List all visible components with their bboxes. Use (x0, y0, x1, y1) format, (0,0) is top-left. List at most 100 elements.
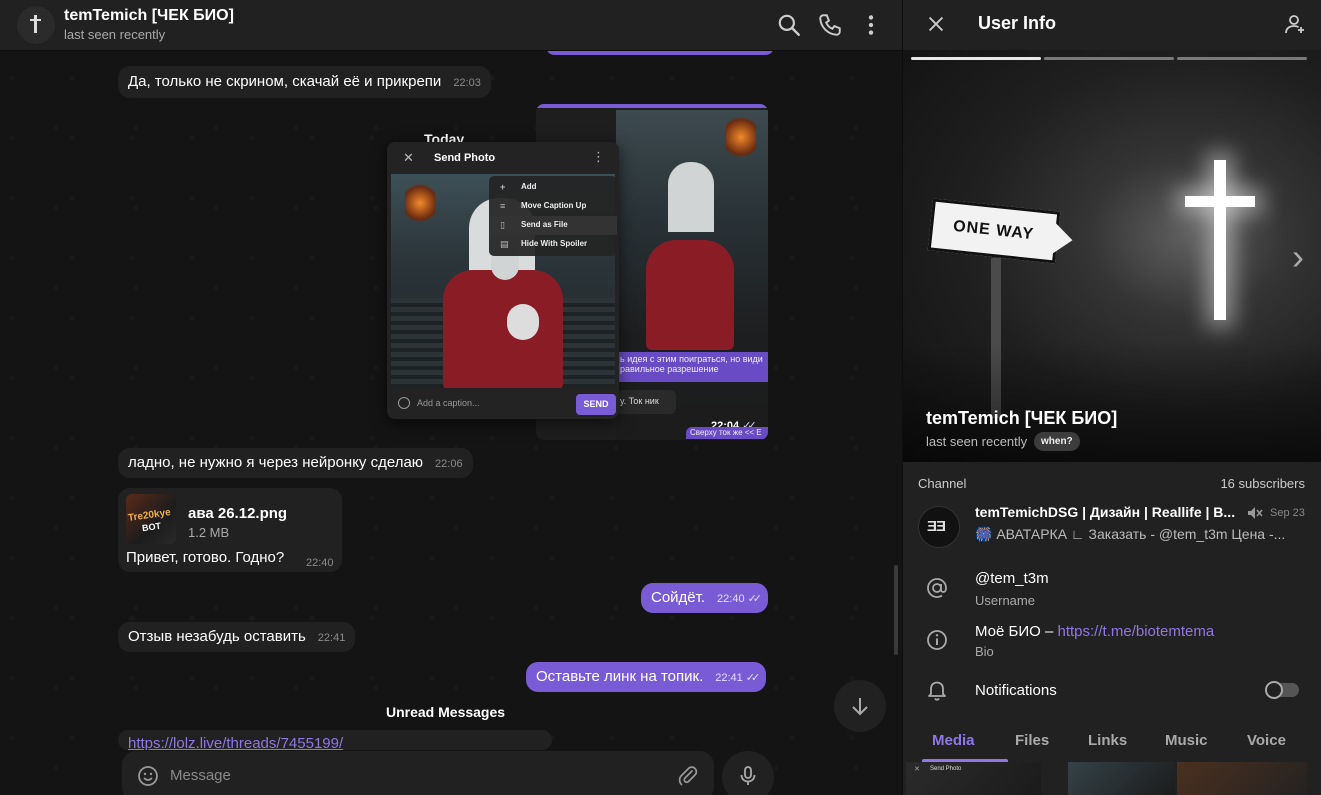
bio-link[interactable]: https://t.me/biotemtema (1058, 623, 1215, 640)
message-incoming[interactable]: Отзыв незабудь оставить 22:41 (118, 622, 356, 652)
microphone-icon (740, 766, 756, 785)
send-button[interactable]: SEND (576, 394, 616, 415)
tab-music[interactable]: Music (1165, 732, 1208, 749)
info-icon (927, 630, 947, 650)
bio-prefix: Моё БИО – (975, 623, 1058, 640)
read-checks-icon: ✓✓ (745, 672, 761, 684)
emoji-icon[interactable] (136, 764, 160, 788)
message-composer[interactable] (122, 751, 714, 795)
menu-item-send-as-file[interactable]: Send as File (521, 220, 568, 229)
unread-divider: Unread Messages (386, 704, 506, 720)
channel-subscribers: 16 subscribers (1220, 476, 1305, 491)
when-button[interactable]: when? (1034, 432, 1080, 451)
red-coat-figure (443, 270, 563, 388)
fire-effect (726, 112, 756, 162)
quoted-text-strip: ь идея с этим поиграться, но види равильн… (616, 352, 768, 382)
sign-text: ONE WAY (952, 217, 1035, 244)
username-label: Username (975, 593, 1035, 608)
tab-voice[interactable]: Voice (1247, 732, 1286, 749)
user-info-pane: User Info ONE WAY › temTemich [ЧЕК БИО] … (902, 0, 1321, 795)
close-icon: ✕ (914, 766, 920, 773)
message-incoming[interactable]: ладно, не нужно я через нейронку сделаю 2… (118, 448, 473, 478)
bio-row[interactable]: Моё БИО – https://t.me/biotemtema Bio (903, 618, 1321, 664)
username-row[interactable]: @tem_t3m Username (903, 566, 1321, 612)
dialog-context-menu[interactable]: + Add ≡ Move Caption Up ▯ Send as File ▤… (489, 176, 617, 256)
message-incoming-partial[interactable]: https://lolz.live/threads/7455199/ (118, 730, 552, 750)
message-text: Отзыв незабудь оставить (128, 628, 306, 645)
caption-placeholder[interactable]: Add a caption... (417, 398, 480, 408)
media-thumbnail[interactable]: Send Photo ✕ (906, 762, 1041, 795)
read-checks-icon: ✓✓ (747, 593, 763, 605)
bio-text: Моё БИО – https://t.me/biotemtema (975, 623, 1214, 640)
close-icon[interactable]: ✕ (403, 150, 414, 166)
channel-date: Sep 23 (1270, 507, 1305, 519)
red-coat-figure (646, 240, 734, 350)
file-message[interactable]: Tre20kye BOT ава 26.12.png 1.2 MB Привет,… (118, 488, 342, 572)
contact-name[interactable]: temTemich [ЧЕК БИО] (64, 7, 234, 25)
photo-progress-segment (1044, 57, 1174, 60)
profile-photo[interactable]: ONE WAY › temTemich [ЧЕК БИО] last seen … (903, 50, 1321, 462)
scrollbar[interactable] (894, 565, 898, 655)
message-text: Привет, готово. Годно? (126, 549, 285, 566)
photo-progress-segment (1177, 57, 1307, 60)
message-text: Оставьте линк на топик. (536, 668, 704, 685)
message-time: 22:06 (435, 458, 463, 470)
file-name[interactable]: ава 26.12.png (188, 505, 287, 522)
notifications-label: Notifications (975, 682, 1057, 699)
media-thumbnail[interactable] (1177, 762, 1307, 795)
message-time: 22:41 (715, 672, 743, 684)
file-thumbnail[interactable]: Tre20kye BOT (126, 494, 176, 544)
media-thumbnail[interactable] (1068, 762, 1175, 795)
more-vertical-icon[interactable]: ⋮ (592, 149, 605, 165)
tab-files[interactable]: Files (1015, 732, 1049, 749)
menu-item-move-caption-up[interactable]: Move Caption Up (521, 201, 586, 210)
contact-avatar[interactable] (17, 6, 55, 44)
menu-item-add[interactable]: Add (521, 182, 537, 191)
contact-status: last seen recently (64, 27, 166, 42)
attach-icon[interactable] (676, 764, 700, 788)
notifications-toggle[interactable] (1265, 681, 1299, 699)
phone-icon[interactable] (817, 12, 843, 38)
channel-avatar: ƎƎ (918, 506, 960, 548)
panel-title: User Info (978, 13, 1057, 33)
close-icon[interactable] (925, 13, 947, 35)
search-icon[interactable] (776, 12, 802, 38)
media-thumbnail-label: Send Photo (930, 766, 962, 772)
thumb-text-2: BOT (141, 520, 162, 534)
strip-line-1: ь идея с этим поиграться, но види (620, 354, 763, 364)
channel-row[interactable]: ƎƎ temTemichDSG | Дизайн | Reallife | B.… (903, 496, 1321, 556)
at-sign-icon (927, 578, 947, 598)
chat-pane: temTemich [ЧЕК БИО] last seen recently Д… (0, 0, 902, 795)
tab-links[interactable]: Links (1088, 732, 1127, 749)
chevron-right-icon[interactable]: › (1292, 236, 1304, 278)
doorway-light (668, 162, 714, 232)
mask-prop (507, 304, 539, 340)
message-time: 22:40 (717, 593, 745, 605)
message-text: Да, только не скрином, скачай её и прикр… (128, 73, 442, 90)
spoiler-icon: ▤ (500, 239, 509, 249)
scroll-down-button[interactable] (834, 680, 886, 732)
menu-item-hide-with-spoiler[interactable]: Hide With Spoiler (521, 239, 587, 248)
photo-progress-segment (911, 57, 1041, 60)
tab-media[interactable]: Media (932, 732, 975, 749)
message-outgoing[interactable]: Сойдёт. 22:40 ✓✓ (641, 583, 768, 613)
message-outgoing[interactable]: Оставьте линк на топик. 22:41 ✓✓ (526, 662, 767, 692)
sign-arrow-shape (1046, 217, 1075, 261)
strip-line-3: у. Ток ник (620, 396, 659, 406)
emoji-icon[interactable] (398, 397, 410, 409)
voice-record-button[interactable] (722, 751, 774, 795)
message-time: 22:41 (317, 632, 346, 644)
message-link[interactable]: https://lolz.live/threads/7455199/ (128, 735, 343, 750)
message-time: 22:40 (306, 557, 334, 569)
user-info-header: User Info (903, 0, 1321, 50)
message-incoming[interactable]: Да, только не скрином, скачай её и прикр… (118, 66, 491, 98)
arrow-down-icon (852, 698, 868, 716)
message-input[interactable] (170, 763, 650, 787)
chat-header[interactable]: temTemich [ЧЕК БИО] last seen recently (0, 0, 902, 51)
notifications-row[interactable]: Notifications (903, 672, 1321, 710)
more-vertical-icon[interactable] (858, 12, 884, 38)
add-contact-icon[interactable] (1283, 12, 1307, 36)
photo-message-top-bar (536, 104, 768, 108)
plus-icon: + (500, 182, 506, 192)
glowing-cross-vertical (1214, 160, 1226, 320)
